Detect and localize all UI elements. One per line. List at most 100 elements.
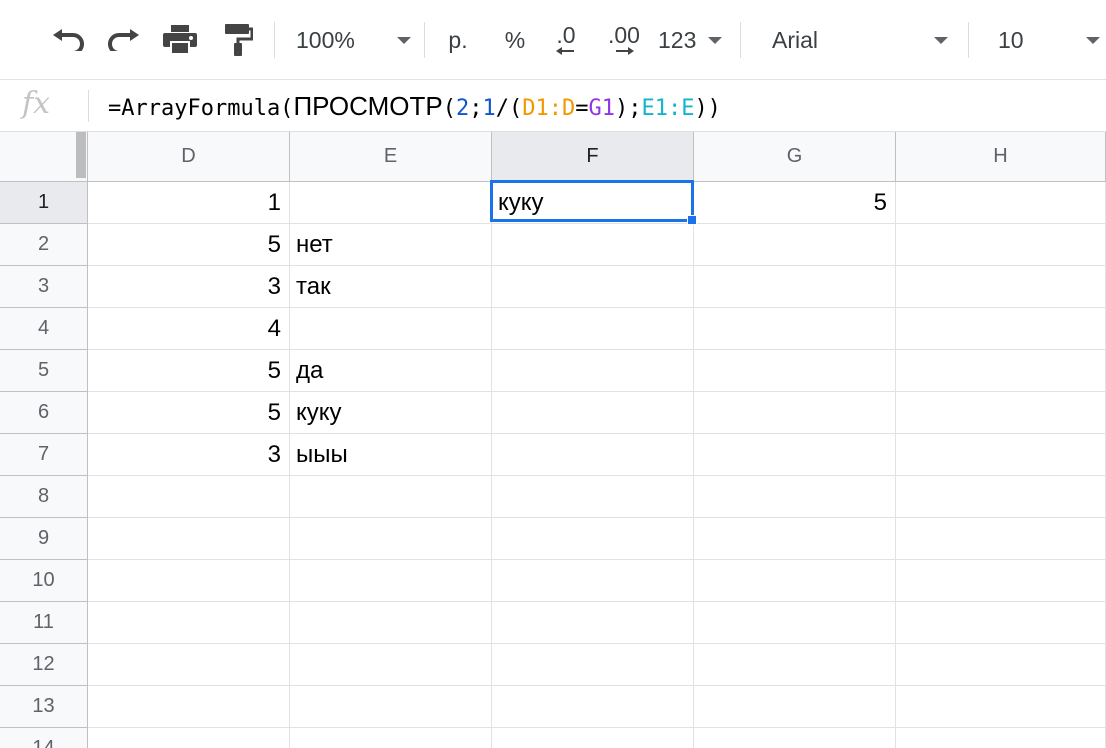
row-header-13[interactable]: 13: [0, 686, 88, 728]
cell-h2[interactable]: [896, 224, 1106, 266]
cell-d3[interactable]: 3: [88, 266, 290, 308]
cell-h12[interactable]: [896, 644, 1106, 686]
cell-g12[interactable]: [694, 644, 896, 686]
cell-f14[interactable]: [492, 728, 694, 748]
column-header-h[interactable]: H: [896, 132, 1106, 182]
cell-f13[interactable]: [492, 686, 694, 728]
paint-format-icon[interactable]: [218, 20, 258, 60]
cell-h13[interactable]: [896, 686, 1106, 728]
cell-f1[interactable]: куку: [492, 182, 694, 224]
cell-g4[interactable]: [694, 308, 896, 350]
cell-e14[interactable]: [290, 728, 492, 748]
row-header-5[interactable]: 5: [0, 350, 88, 392]
cell-f6[interactable]: [492, 392, 694, 434]
cell-d9[interactable]: [88, 518, 290, 560]
cell-g7[interactable]: [694, 434, 896, 476]
cell-f11[interactable]: [492, 602, 694, 644]
row-header-10[interactable]: 10: [0, 560, 88, 602]
cell-f2[interactable]: [492, 224, 694, 266]
cell-f8[interactable]: [492, 476, 694, 518]
row-header-6[interactable]: 6: [0, 392, 88, 434]
cell-e4[interactable]: [290, 308, 492, 350]
decrease-decimals-button[interactable]: .0: [548, 20, 584, 60]
formula-input[interactable]: =ArrayFormula(ПРОСМОТР(2;1/(D1:D=G1);E1:…: [108, 90, 721, 125]
row-header-3[interactable]: 3: [0, 266, 88, 308]
cell-d2[interactable]: 5: [88, 224, 290, 266]
cell-h5[interactable]: [896, 350, 1106, 392]
column-header-e[interactable]: E: [290, 132, 492, 182]
cell-e6[interactable]: куку: [290, 392, 492, 434]
cell-g13[interactable]: [694, 686, 896, 728]
cell-g9[interactable]: [694, 518, 896, 560]
cell-d6[interactable]: 5: [88, 392, 290, 434]
cell-g3[interactable]: [694, 266, 896, 308]
cell-d5[interactable]: 5: [88, 350, 290, 392]
cell-f12[interactable]: [492, 644, 694, 686]
cell-e7[interactable]: ыыы: [290, 434, 492, 476]
cell-e12[interactable]: [290, 644, 492, 686]
percent-button[interactable]: %: [498, 20, 532, 60]
cell-h7[interactable]: [896, 434, 1106, 476]
row-header-12[interactable]: 12: [0, 644, 88, 686]
font-family-select[interactable]: Arial: [772, 20, 948, 60]
zoom-select[interactable]: 100%: [296, 20, 411, 60]
increase-decimals-button[interactable]: .00: [602, 20, 646, 60]
cell-h14[interactable]: [896, 728, 1106, 748]
more-formats-select[interactable]: 123: [658, 20, 722, 60]
cell-f7[interactable]: [492, 434, 694, 476]
cell-f3[interactable]: [492, 266, 694, 308]
cell-h11[interactable]: [896, 602, 1106, 644]
cell-g14[interactable]: [694, 728, 896, 748]
fill-handle[interactable]: [687, 215, 697, 225]
column-header-f[interactable]: F: [492, 132, 694, 182]
column-header-g[interactable]: G: [694, 132, 896, 182]
row-header-8[interactable]: 8: [0, 476, 88, 518]
cell-f4[interactable]: [492, 308, 694, 350]
cell-d14[interactable]: [88, 728, 290, 748]
cell-h4[interactable]: [896, 308, 1106, 350]
cell-d8[interactable]: [88, 476, 290, 518]
cell-d7[interactable]: 3: [88, 434, 290, 476]
cell-e9[interactable]: [290, 518, 492, 560]
cell-h8[interactable]: [896, 476, 1106, 518]
cell-d13[interactable]: [88, 686, 290, 728]
cell-e5[interactable]: да: [290, 350, 492, 392]
cell-g2[interactable]: [694, 224, 896, 266]
cell-f9[interactable]: [492, 518, 694, 560]
cell-g5[interactable]: [694, 350, 896, 392]
row-header-11[interactable]: 11: [0, 602, 88, 644]
column-header-d[interactable]: D: [88, 132, 290, 182]
cell-g10[interactable]: [694, 560, 896, 602]
cell-d11[interactable]: [88, 602, 290, 644]
cell-h9[interactable]: [896, 518, 1106, 560]
cell-h3[interactable]: [896, 266, 1106, 308]
cell-f5[interactable]: [492, 350, 694, 392]
cell-g8[interactable]: [694, 476, 896, 518]
cell-e8[interactable]: [290, 476, 492, 518]
cell-g1[interactable]: 5: [694, 182, 896, 224]
row-header-9[interactable]: 9: [0, 518, 88, 560]
row-header-4[interactable]: 4: [0, 308, 88, 350]
cell-g6[interactable]: [694, 392, 896, 434]
redo-icon[interactable]: [104, 20, 144, 60]
cell-e3[interactable]: так: [290, 266, 492, 308]
cell-d1[interactable]: 1: [88, 182, 290, 224]
row-header-14[interactable]: 14: [0, 728, 88, 748]
cell-e10[interactable]: [290, 560, 492, 602]
row-header-7[interactable]: 7: [0, 434, 88, 476]
cell-e1[interactable]: [290, 182, 492, 224]
select-all-corner[interactable]: [0, 132, 88, 182]
font-size-select[interactable]: 10: [998, 20, 1100, 60]
cell-g11[interactable]: [694, 602, 896, 644]
cell-e2[interactable]: нет: [290, 224, 492, 266]
row-header-2[interactable]: 2: [0, 224, 88, 266]
cell-d12[interactable]: [88, 644, 290, 686]
cell-h1[interactable]: [896, 182, 1106, 224]
cell-f10[interactable]: [492, 560, 694, 602]
cell-d10[interactable]: [88, 560, 290, 602]
undo-icon[interactable]: [48, 20, 88, 60]
print-icon[interactable]: [160, 20, 200, 60]
cell-h6[interactable]: [896, 392, 1106, 434]
row-header-1[interactable]: 1: [0, 182, 88, 224]
cell-h10[interactable]: [896, 560, 1106, 602]
